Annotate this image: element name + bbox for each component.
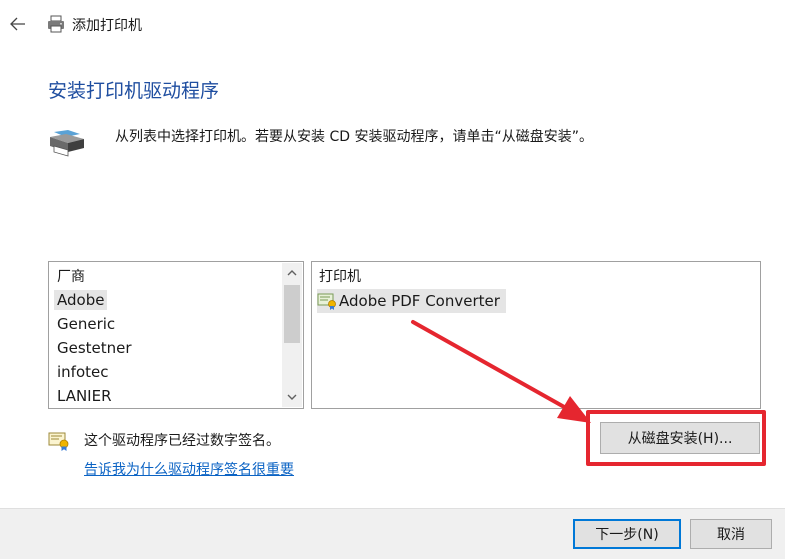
manufacturer-list[interactable]: 厂商 Adobe Generic Gestetner infotec LANIE… — [48, 261, 304, 409]
scroll-down-button[interactable] — [282, 387, 302, 407]
annotation-highlight-box — [586, 410, 766, 466]
intro-text: 从列表中选择打印机。若要从安装 CD 安装驱动程序，请单击“从磁盘安装”。 — [115, 129, 593, 145]
scroll-thumb[interactable] — [284, 285, 300, 343]
window-title: 添加打印机 — [72, 18, 142, 34]
chevron-down-icon — [287, 394, 297, 400]
back-button[interactable] — [6, 12, 30, 36]
certificate-icon — [48, 431, 70, 451]
list-item-manufacturer[interactable]: Gestetner — [50, 336, 280, 360]
list-item-manufacturer[interactable]: infotec — [50, 360, 280, 384]
page-heading: 安装打印机驱动程序 — [48, 80, 220, 102]
scroll-up-button[interactable] — [282, 263, 302, 283]
list-item-manufacturer[interactable]: Generic — [50, 312, 280, 336]
certified-driver-icon — [317, 292, 337, 310]
printer-list-header: 打印机 — [319, 269, 361, 285]
printer-icon — [46, 128, 86, 158]
list-item-manufacturer[interactable]: Adobe — [50, 288, 280, 312]
manufacturer-scrollbar[interactable] — [282, 263, 302, 407]
cancel-button[interactable]: 取消 — [690, 519, 772, 549]
printer-item-label: Adobe PDF Converter — [339, 292, 500, 310]
list-item-manufacturer[interactable]: LANIER — [50, 384, 280, 408]
chevron-up-icon — [287, 270, 297, 276]
signature-status-text: 这个驱动程序已经过数字签名。 — [84, 433, 280, 449]
manufacturer-list-header: 厂商 — [57, 269, 85, 285]
list-item-printer[interactable]: Adobe PDF Converter — [317, 289, 506, 313]
arrow-left-icon — [10, 17, 25, 31]
printer-icon — [46, 14, 66, 34]
driver-signing-help-link[interactable]: 告诉我为什么驱动程序签名很重要 — [84, 459, 294, 479]
printer-list[interactable]: 打印机 Adobe PDF Converter — [311, 261, 761, 409]
next-button[interactable]: 下一步(N) — [573, 519, 681, 549]
